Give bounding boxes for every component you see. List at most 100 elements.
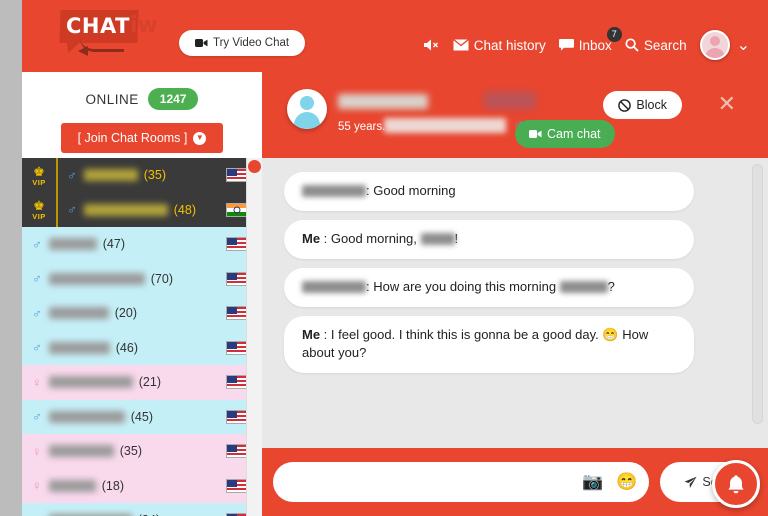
- chat-scrollbar[interactable]: [752, 164, 763, 424]
- mute-toggle[interactable]: [423, 38, 440, 52]
- sidebar: ONLINE 1247 [ Join Chat Rooms ] ▼ ♚ VIP ♂(…: [22, 72, 262, 516]
- user-age: (35): [119, 444, 142, 459]
- country-flag-icon: [226, 271, 248, 286]
- user-list-item[interactable]: ♂ (70): [22, 261, 262, 296]
- male-gender-icon: ♂: [32, 305, 42, 321]
- user-list-item[interactable]: ♀ (18): [22, 468, 262, 503]
- header-nav: Chat history Inbox 7 Search ⌄: [423, 26, 750, 60]
- logo-text-suffix: iw: [130, 13, 158, 38]
- vip-badge: ♚ VIP: [22, 192, 58, 227]
- country-flag-icon: [226, 306, 248, 321]
- user-list-item[interactable]: ♚ VIP ♂ (48): [22, 192, 262, 227]
- vip-label: VIP: [32, 177, 46, 187]
- search-link[interactable]: Search: [625, 38, 687, 53]
- crown-icon: ♚: [33, 198, 45, 213]
- user-age: (47): [102, 237, 125, 252]
- chat-message: : How are you doing this morning ?: [284, 267, 694, 307]
- search-icon: [625, 38, 639, 52]
- join-chat-rooms-button[interactable]: [ Join Chat Rooms ] ▼: [61, 123, 223, 153]
- chat-partner-badge-redacted: [484, 92, 536, 109]
- male-gender-icon: ♂: [32, 271, 42, 287]
- chat-message: Me : I feel good. I think this is gonna …: [284, 315, 694, 374]
- user-age: (21): [138, 375, 161, 390]
- vip-label: VIP: [32, 212, 46, 221]
- user-list-item[interactable]: ♀ (21): [22, 365, 262, 400]
- male-gender-icon: ♂: [67, 202, 77, 218]
- inbox-label: Inbox: [578, 37, 612, 53]
- site-logo[interactable]: CHAT iw: [59, 6, 175, 58]
- country-flag-icon: [226, 409, 248, 424]
- message-sender-redacted: [302, 280, 366, 293]
- video-camera-icon: [529, 130, 542, 138]
- chat-history-link[interactable]: Chat history: [452, 37, 546, 53]
- user-name-redacted: [48, 341, 110, 354]
- user-age: (35): [143, 168, 166, 183]
- chat-partner-header: 55 years. ♂ Block Cam chat ✕: [262, 72, 768, 158]
- message-text: : Good morning,: [320, 230, 421, 246]
- chat-partner-location-redacted: [384, 118, 506, 133]
- user-list-scrollbar[interactable]: [246, 158, 262, 516]
- crown-icon: ♚: [33, 163, 45, 179]
- user-name-redacted: [48, 410, 125, 423]
- block-button[interactable]: Block: [603, 91, 682, 119]
- country-flag-icon: [226, 444, 248, 459]
- user-age: (18): [101, 478, 124, 493]
- online-user-list[interactable]: ♚ VIP ♂ (35) ♚ VIP ♂ (48) ♂ (47) ♂ (70) ♂ (20) ♂ (46) ♀(…: [22, 158, 262, 516]
- emoji-icon[interactable]: 😁: [616, 472, 637, 492]
- user-name-redacted: [48, 479, 96, 492]
- comment-icon: [558, 39, 574, 51]
- user-list-item[interactable]: ♀ (35): [22, 434, 262, 469]
- country-flag-icon: [226, 375, 248, 390]
- user-list-item[interactable]: ♂(34): [22, 503, 262, 516]
- camera-icon[interactable]: 📷: [582, 472, 603, 492]
- user-name-redacted: [48, 445, 114, 458]
- user-name-redacted: [48, 307, 109, 320]
- female-gender-icon: ♀: [32, 443, 42, 459]
- user-avatar[interactable]: [699, 30, 730, 60]
- close-chat-button[interactable]: ✕: [718, 94, 736, 116]
- envelope-icon: [452, 39, 469, 51]
- chevron-down-circle-icon: ▼: [193, 131, 207, 145]
- user-name-redacted: [83, 203, 168, 216]
- user-name-redacted: [48, 238, 97, 251]
- message-text: : Good morning: [366, 183, 456, 198]
- message-text-suffix: ?: [607, 278, 615, 294]
- country-flag-icon: [226, 237, 248, 252]
- try-video-chat-button[interactable]: Try Video Chat: [179, 30, 306, 56]
- message-text-suffix: !: [454, 230, 459, 246]
- user-list-item[interactable]: ♚ VIP ♂ (35): [22, 158, 262, 193]
- join-chat-rooms-label: [ Join Chat Rooms ]: [77, 131, 188, 145]
- message-name-redacted: [559, 280, 608, 293]
- user-list-item[interactable]: ♂ (20): [22, 296, 262, 331]
- inbox-link[interactable]: Inbox 7: [558, 26, 622, 53]
- chevron-down-icon[interactable]: ⌄: [737, 35, 750, 55]
- online-count-badge: 1247: [147, 88, 199, 110]
- video-camera-icon: [195, 39, 208, 47]
- chat-message: Me : Good morning, !: [284, 219, 694, 259]
- mute-icon: [423, 39, 438, 51]
- chat-partner-avatar[interactable]: [287, 89, 327, 129]
- message-sender: Me: [302, 326, 321, 342]
- paper-plane-icon: [684, 476, 697, 488]
- user-age: (70): [150, 271, 173, 286]
- block-icon: [618, 98, 632, 112]
- online-label: ONLINE: [85, 91, 139, 107]
- message-sender-redacted: [302, 185, 366, 197]
- country-flag-icon: [226, 168, 248, 183]
- cam-chat-label: Cam chat: [547, 127, 601, 141]
- chat-partner-name-redacted: [338, 94, 428, 109]
- bell-icon[interactable]: [712, 460, 760, 508]
- female-gender-icon: ♀: [32, 478, 42, 494]
- user-list-item[interactable]: ♂ (46): [22, 330, 262, 365]
- cam-chat-button[interactable]: Cam chat: [515, 120, 615, 148]
- user-list-item[interactable]: ♂ (45): [22, 399, 262, 434]
- male-gender-icon: ♂: [32, 409, 42, 425]
- chat-history-label: Chat history: [473, 37, 546, 53]
- user-age: (45): [130, 409, 153, 424]
- user-list-item[interactable]: ♂ (47): [22, 227, 262, 262]
- notification-bell-glyph: [728, 474, 744, 493]
- country-flag-icon: [226, 202, 248, 217]
- user-list-scroll-thumb[interactable]: [248, 160, 261, 173]
- user-age: (48): [173, 202, 196, 217]
- message-list: : Good morning Me : Good morning, ! : How …: [262, 158, 768, 430]
